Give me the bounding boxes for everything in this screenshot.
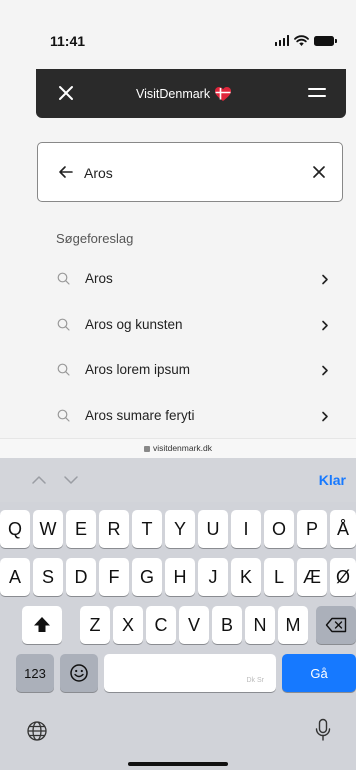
clear-icon[interactable] xyxy=(312,165,326,179)
key-p[interactable]: P xyxy=(297,510,327,548)
lock-icon xyxy=(143,445,150,452)
url-display: visitdenmark.dk xyxy=(0,443,356,453)
key-z[interactable]: Z xyxy=(80,606,110,644)
battery-icon xyxy=(314,36,337,46)
url-text: visitdenmark.dk xyxy=(152,443,213,453)
suggestion-item[interactable]: Aros lorem ipsum xyxy=(36,349,346,395)
suggestion-item[interactable]: Aros xyxy=(36,258,346,304)
key-r[interactable]: R xyxy=(99,510,129,548)
chevron-right-icon xyxy=(322,365,328,376)
chevron-right-icon xyxy=(322,320,328,330)
shift-icon xyxy=(34,617,50,632)
search-field[interactable] xyxy=(37,142,343,202)
heart-flag-icon xyxy=(215,86,232,101)
status-icons xyxy=(274,32,337,46)
site-header: VisitDenmark xyxy=(36,69,346,118)
numbers-key[interactable]: 123 xyxy=(16,654,54,692)
key-v[interactable]: V xyxy=(179,606,209,644)
key-e[interactable]: E xyxy=(66,510,96,548)
chevron-up-icon[interactable] xyxy=(32,475,46,485)
keyboard: Q W E R T Y U I O P Å A S D F G H J K L … xyxy=(0,502,356,770)
arrow-left-icon[interactable] xyxy=(58,164,74,180)
key-h[interactable]: H xyxy=(165,558,195,596)
keyboard-accessory-bar: Klar xyxy=(0,458,356,502)
microphone-icon[interactable] xyxy=(314,718,332,742)
suggestion-item[interactable]: Aros og kunsten xyxy=(36,304,346,350)
key-i[interactable]: I xyxy=(231,510,261,548)
brand-name: VisitDenmark xyxy=(136,86,211,101)
phone-screen: 11:41 VisitDenmark Aros Søgeforeslag Aro… xyxy=(0,0,356,770)
space-key[interactable]: Dk Sr xyxy=(104,654,276,692)
key-u[interactable]: U xyxy=(198,510,228,548)
backspace-key[interactable] xyxy=(316,606,356,644)
globe-icon[interactable] xyxy=(26,720,48,742)
key-o[interactable]: O xyxy=(264,510,294,548)
emoji-icon xyxy=(70,664,88,682)
key-q[interactable]: Q xyxy=(0,510,30,548)
key-c[interactable]: C xyxy=(146,606,176,644)
cellular-signal-icon xyxy=(274,35,289,46)
browser-url-bar[interactable]: visitdenmark.dk xyxy=(0,438,356,459)
suggestions-heading: Søgeforeslag xyxy=(56,231,134,246)
search-icon xyxy=(57,318,70,331)
home-indicator[interactable] xyxy=(128,762,228,766)
search-icon xyxy=(57,409,70,422)
suggestions-list: Aros Aros og kunsten Aros lorem ipsum Ar… xyxy=(36,258,346,440)
key-y[interactable]: Y xyxy=(165,510,195,548)
suggestion-label: Aros lorem ipsum xyxy=(85,362,191,377)
status-time: 11:41 xyxy=(50,33,86,49)
key-a[interactable]: A xyxy=(0,558,30,596)
status-bar: 11:41 xyxy=(0,0,356,72)
search-icon xyxy=(57,272,70,285)
key-ae[interactable]: Æ xyxy=(297,558,327,596)
key-aa[interactable]: Å xyxy=(330,510,356,548)
key-d[interactable]: D xyxy=(66,558,96,596)
suggestion-label: Aros og kunsten xyxy=(85,316,183,332)
key-f[interactable]: F xyxy=(99,558,129,596)
key-x[interactable]: X xyxy=(113,606,143,644)
key-n[interactable]: N xyxy=(245,606,275,644)
brand-logo[interactable]: VisitDenmark xyxy=(136,69,232,118)
search-icon xyxy=(57,363,70,376)
suggestion-item[interactable]: Aros sumare feryti xyxy=(36,395,346,441)
emoji-key[interactable] xyxy=(60,654,98,692)
chevron-right-icon xyxy=(322,274,328,285)
hamburger-menu-icon[interactable] xyxy=(308,86,326,100)
go-key[interactable]: Gå xyxy=(282,654,356,692)
key-k[interactable]: K xyxy=(231,558,261,596)
key-oe[interactable]: Ø xyxy=(330,558,356,596)
done-button[interactable]: Klar xyxy=(319,472,346,488)
backspace-icon xyxy=(325,617,347,633)
key-w[interactable]: W xyxy=(33,510,63,548)
wifi-icon xyxy=(294,35,309,46)
search-input[interactable] xyxy=(84,162,284,184)
key-g[interactable]: G xyxy=(132,558,162,596)
suggestion-label: Aros sumare feryti xyxy=(85,407,195,423)
key-t[interactable]: T xyxy=(132,510,162,548)
space-key-hint: Dk Sr xyxy=(246,677,265,684)
key-j[interactable]: J xyxy=(198,558,228,596)
chevron-right-icon xyxy=(322,411,328,421)
key-m[interactable]: M xyxy=(278,606,308,644)
suggestion-label: Aros xyxy=(85,271,113,286)
key-b[interactable]: B xyxy=(212,606,242,644)
key-l[interactable]: L xyxy=(264,558,294,596)
close-icon[interactable] xyxy=(55,82,77,104)
chevron-down-icon[interactable] xyxy=(64,475,78,485)
shift-key[interactable] xyxy=(22,606,62,644)
key-s[interactable]: S xyxy=(33,558,63,596)
